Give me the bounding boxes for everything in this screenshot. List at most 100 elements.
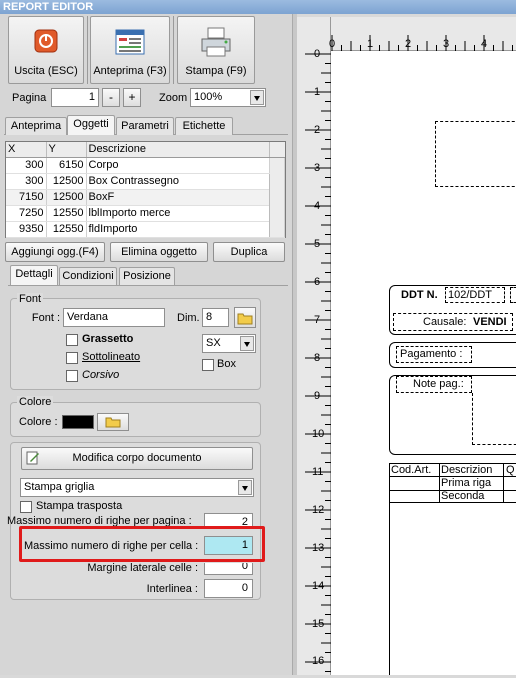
logo-placeholder-box[interactable] <box>435 121 516 187</box>
notes-field[interactable]: Note pag.: <box>396 376 472 393</box>
cell-y: 6150 <box>46 157 87 174</box>
box-label: Box <box>217 358 236 370</box>
table-row[interactable]: 300 12500 Box Contrassegno <box>6 173 285 190</box>
modify-body-button[interactable]: Modifica corpo documento <box>21 447 253 470</box>
cell-description: BoxF <box>86 189 270 206</box>
tab-condizioni[interactable]: Condizioni <box>59 267 117 285</box>
box-checkbox[interactable] <box>202 359 214 371</box>
table-row[interactable]: 7250 12550 lblImporto merce <box>6 205 285 222</box>
delete-object-button[interactable]: Elimina oggetto <box>110 242 208 262</box>
max-rows-cell-label: Massimo numero di righe per cella : <box>24 540 199 552</box>
grid-col-quantity: Q <box>506 464 515 476</box>
ddt-number-label[interactable]: DDT N. <box>401 289 438 301</box>
interline-input[interactable]: 0 <box>204 579 253 598</box>
ruler-left-label: 3 <box>314 162 321 174</box>
ruler-left-label: 11 <box>312 466 324 478</box>
ruler-left-label: 1 <box>314 86 321 98</box>
preview-button[interactable]: Anteprima (F3) <box>90 16 170 84</box>
cell-margin-input[interactable]: 0 <box>204 563 253 575</box>
font-group-title: Font <box>17 293 44 305</box>
ddt-extra-field[interactable] <box>510 287 516 303</box>
modify-body-label: Modifica corpo documento <box>72 452 202 464</box>
tab-posizione[interactable]: Posizione <box>119 267 175 285</box>
page-next-button[interactable]: + <box>123 88 141 107</box>
table-row[interactable]: 7150 12500 BoxF <box>6 189 285 206</box>
ruler-left-label: 8 <box>314 352 321 364</box>
chevron-down-icon <box>238 480 252 495</box>
subtab-strip-line <box>8 285 288 286</box>
table-row[interactable]: 9350 12550 fldImporto <box>6 221 285 238</box>
cell-x: 9350 <box>6 221 47 238</box>
folder-icon <box>237 313 253 325</box>
exit-label: Uscita (ESC) <box>14 65 78 77</box>
ruler-top-label: 4 <box>481 38 488 50</box>
toolbar-separator <box>87 16 88 84</box>
italic-label: Corsivo <box>82 369 120 381</box>
color-swatch[interactable] <box>62 415 94 429</box>
grid-col-line <box>439 463 440 503</box>
tab-parametri[interactable]: Parametri <box>116 117 174 135</box>
cell-y: 12500 <box>46 173 87 190</box>
duplicate-button[interactable]: Duplica <box>213 242 285 262</box>
notes-content-field[interactable] <box>472 393 516 445</box>
zoom-select[interactable]: 100% <box>190 88 266 107</box>
cell-description: Corpo <box>86 157 270 174</box>
print-button[interactable]: Stampa (F9) <box>177 16 255 84</box>
max-rows-page-row: Massimo numero di righe per pagina : 2 <box>0 513 292 526</box>
exit-button[interactable]: Uscita (ESC) <box>8 16 84 84</box>
transposed-print-checkbox[interactable] <box>20 501 32 513</box>
tab-dettagli[interactable]: Dettagli <box>10 265 58 285</box>
grid-print-select[interactable]: Stampa griglia <box>20 478 254 497</box>
grid-row-line <box>389 502 516 503</box>
add-object-button[interactable]: Aggiungi ogg.(F4) <box>5 242 105 262</box>
cell-y: 12550 <box>46 205 87 222</box>
bold-checkbox[interactable] <box>66 334 78 346</box>
objects-table[interactable]: X Y Descrizione 300 6150 Corpo 300 12500… <box>5 141 286 238</box>
page-label: Pagina <box>12 92 47 104</box>
bold-label: Grassetto <box>82 333 134 345</box>
ruler-left-label: 10 <box>312 428 325 440</box>
cell-x: 300 <box>6 157 47 174</box>
font-name-input[interactable]: Verdana <box>63 308 165 327</box>
ruler-left-label: 16 <box>312 655 325 667</box>
alignment-value: SX <box>206 337 221 349</box>
max-rows-cell-input[interactable]: 1 <box>204 536 253 555</box>
folder-icon <box>105 417 121 428</box>
ruler-top-label: 2 <box>405 38 412 50</box>
font-size-input[interactable]: 8 <box>202 308 229 327</box>
ruler-left-label: 7 <box>314 314 321 326</box>
column-header-y[interactable]: Y <box>46 142 87 158</box>
grid-row1-description: Prima riga <box>441 477 492 489</box>
ddt-number-field[interactable]: 102/DDT <box>445 287 505 303</box>
edit-icon <box>26 451 39 465</box>
tab-oggetti[interactable]: Oggetti <box>67 115 115 135</box>
grid-print-value: Stampa griglia <box>24 481 95 493</box>
cell-y: 12500 <box>46 189 87 206</box>
table-scrollbar[interactable] <box>269 157 285 238</box>
tab-etichette[interactable]: Etichette <box>175 117 233 135</box>
ruler-top-ticks <box>331 17 516 51</box>
cell-margin-label: Margine laterale celle : <box>87 563 198 574</box>
ruler-left-label: 13 <box>312 542 325 554</box>
ddt-number-value: 102/DDT <box>448 289 493 301</box>
grid-col-code: Cod.Art. <box>391 464 432 476</box>
font-picker-button[interactable] <box>234 307 256 328</box>
table-row[interactable]: 300 6150 Corpo <box>6 157 285 238</box>
chevron-down-icon <box>250 90 264 105</box>
page-input[interactable]: 1 <box>51 88 99 107</box>
ruler-top-label: 1 <box>367 38 374 50</box>
interline-label: Interlinea : <box>146 583 198 595</box>
ruler-left-label: 0 <box>314 48 321 60</box>
underline-checkbox[interactable] <box>66 352 78 364</box>
color-picker-button[interactable] <box>97 413 129 431</box>
page-prev-button[interactable]: - <box>102 88 120 107</box>
alignment-select[interactable]: SX <box>202 334 256 353</box>
italic-checkbox[interactable] <box>66 370 78 382</box>
column-header-description[interactable]: Descrizione <box>86 142 270 158</box>
font-label: Font : <box>31 312 60 324</box>
column-header-x[interactable]: X <box>6 142 47 158</box>
scrollbar-header <box>269 142 285 158</box>
payment-field[interactable]: Pagamento : <box>396 346 472 363</box>
tab-anteprima[interactable]: Anteprima <box>5 117 67 135</box>
max-rows-page-input[interactable]: 2 <box>204 513 253 526</box>
